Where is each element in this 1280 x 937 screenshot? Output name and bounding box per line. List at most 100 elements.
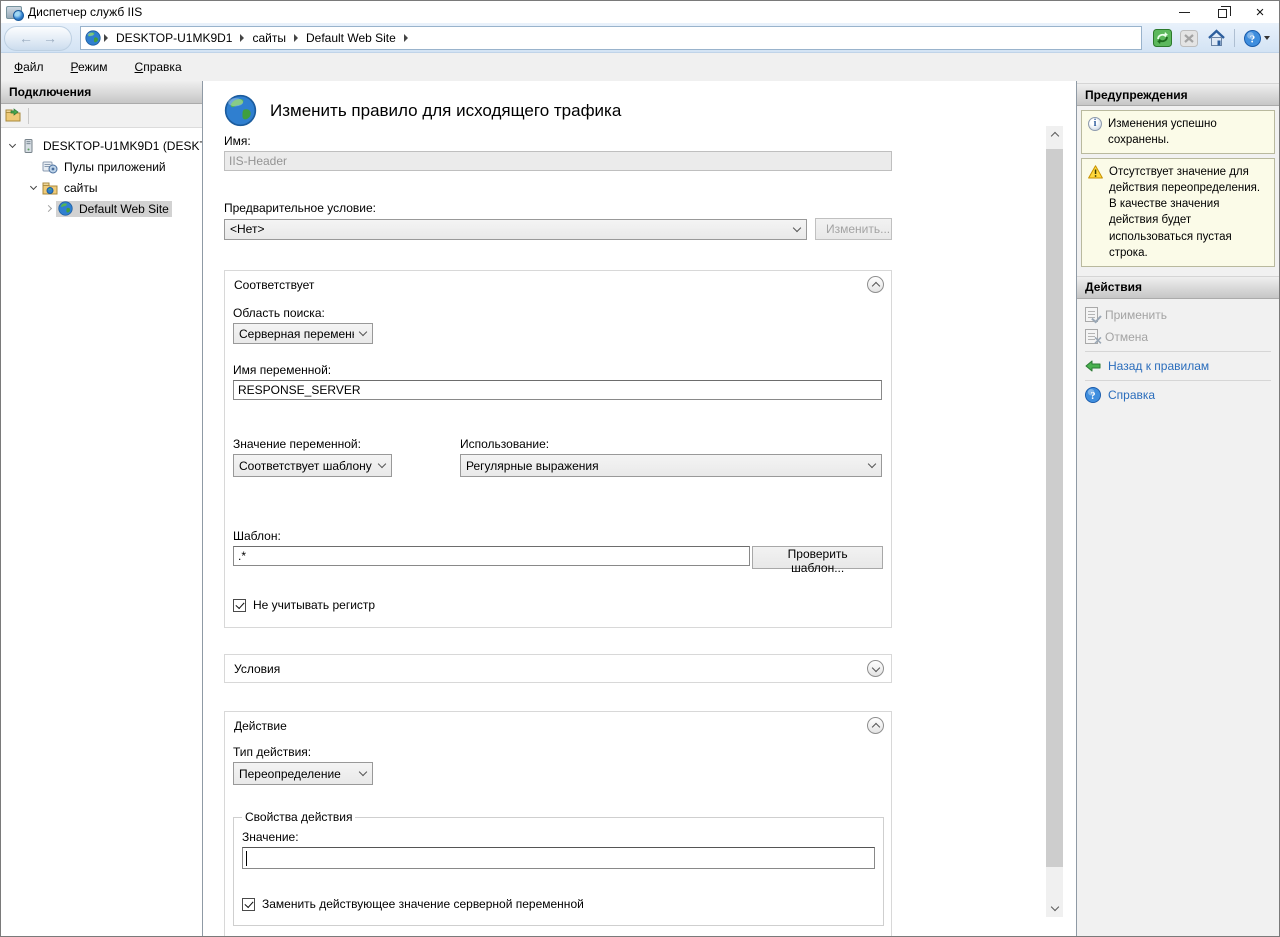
back-to-rules-action[interactable]: Назад к правилам — [1077, 355, 1279, 377]
tree-item-server[interactable]: DESKTOP-U1MK9D1 (DESKTOP — [1, 135, 202, 156]
match-section: Соответствует Область поиска: Серверная … — [224, 270, 892, 628]
breadcrumb-default-web-site[interactable]: Default Web Site — [301, 31, 401, 45]
vertical-scrollbar[interactable] — [1046, 126, 1063, 917]
alert-warning-text: Отсутствует значение для действия переоп… — [1109, 164, 1268, 261]
back-button[interactable]: ← — [19, 31, 33, 45]
chevron-right-icon[interactable] — [45, 205, 52, 212]
app-pools-icon — [42, 160, 58, 174]
address-bar[interactable]: DESKTOP-U1MK9D1 сайты Default Web Site — [80, 26, 1142, 50]
action-section-header[interactable]: Действие — [225, 712, 891, 739]
chevron-up-icon — [1050, 132, 1058, 140]
refresh-button[interactable] — [1150, 28, 1174, 49]
pattern-label: Шаблон: — [233, 529, 883, 543]
breadcrumb-server[interactable]: DESKTOP-U1MK9D1 — [111, 31, 237, 45]
action-section: Действие Тип действия: Переопределение С… — [224, 711, 892, 936]
help-icon: ? — [1085, 387, 1101, 403]
minimize-icon — [1179, 12, 1190, 13]
value-input[interactable] — [242, 847, 875, 869]
tree-item-label: Default Web Site — [76, 201, 172, 217]
breadcrumb-arrow-icon — [104, 34, 108, 42]
workspace: Подключения DESKTOP-U1MK9D1 — [1, 81, 1279, 936]
menu-view[interactable]: Режим — [71, 60, 108, 74]
ignore-case-label: Не учитывать регистр — [253, 598, 375, 612]
minimize-button[interactable] — [1165, 1, 1203, 23]
help-action[interactable]: ? Справка — [1077, 384, 1279, 406]
ignore-case-checkbox[interactable] — [233, 599, 246, 612]
collapse-button[interactable] — [867, 276, 884, 293]
precondition-select[interactable]: <Нет> — [224, 219, 807, 240]
scope-select[interactable]: Серверная переменн — [233, 323, 373, 344]
restore-icon — [1218, 9, 1227, 18]
variable-value-label: Значение переменной: — [233, 437, 460, 451]
match-section-body: Область поиска: Серверная переменн Имя п… — [225, 298, 891, 627]
action-section-title: Действие — [234, 719, 287, 733]
test-pattern-button[interactable]: Проверить шаблон... — [752, 546, 883, 569]
scope-value: Серверная переменн — [239, 327, 354, 341]
connections-header: Подключения — [1, 81, 202, 104]
conditions-section: Условия — [224, 654, 892, 683]
variable-value-value: Соответствует шаблону — [239, 459, 373, 473]
help-dropdown-arrow-icon — [1264, 36, 1270, 40]
alert-info-text: Изменения успешно сохранены. — [1108, 116, 1268, 148]
menu-help[interactable]: Справка — [135, 60, 182, 74]
scroll-down-button[interactable] — [1046, 900, 1063, 917]
scrollbar-thumb[interactable] — [1046, 149, 1063, 867]
app-icon — [6, 6, 22, 19]
conditions-section-header[interactable]: Условия — [225, 655, 891, 682]
menu-bar: Файл Режим Справка — [1, 53, 1279, 81]
back-to-rules-label: Назад к правилам — [1108, 359, 1209, 373]
help-label: Справка — [1108, 388, 1155, 402]
apply-action[interactable]: Применить — [1077, 304, 1279, 326]
action-type-value: Переопределение — [239, 767, 354, 781]
conditions-section-title: Условия — [234, 662, 280, 676]
match-section-header[interactable]: Соответствует — [225, 271, 891, 298]
home-button[interactable] — [1204, 28, 1228, 49]
tree-item-app-pools[interactable]: Пулы приложений — [1, 156, 202, 177]
address-toolbar: ← → DESKTOP-U1MK9D1 сайты Default Web Si… — [1, 23, 1279, 53]
forward-button[interactable]: → — [43, 31, 57, 45]
chevron-down-icon — [359, 768, 367, 776]
refresh-icon — [1153, 29, 1172, 47]
close-button[interactable]: × — [1241, 1, 1279, 23]
using-select[interactable]: Регулярные выражения — [460, 454, 882, 477]
alerts-header: Предупреждения — [1077, 83, 1279, 106]
chevron-down-icon[interactable] — [9, 141, 16, 148]
help-button[interactable]: ? — [1241, 28, 1273, 49]
breadcrumb-sites[interactable]: сайты — [247, 31, 291, 45]
connections-toolbar — [1, 104, 202, 128]
breadcrumb-arrow-icon — [240, 34, 244, 42]
chevron-up-icon — [871, 723, 879, 731]
chevron-down-icon — [871, 663, 879, 671]
save-connections-icon[interactable] — [5, 108, 22, 123]
restore-button[interactable] — [1203, 1, 1241, 23]
chevron-down-icon[interactable] — [30, 183, 37, 190]
tree-item-sites[interactable]: сайты — [1, 177, 202, 198]
selected-tree-item: Default Web Site — [56, 201, 172, 217]
page-title: Изменить правило для исходящего трафика — [270, 101, 621, 121]
precondition-value: <Нет> — [230, 222, 788, 236]
tree-item-default-web-site[interactable]: Default Web Site — [1, 198, 202, 219]
connections-pane: Подключения DESKTOP-U1MK9D1 — [1, 81, 203, 936]
cancel-action[interactable]: Отмена — [1077, 326, 1279, 348]
scroll-up-button[interactable] — [1046, 126, 1063, 143]
collapse-button[interactable] — [867, 717, 884, 734]
breadcrumb-arrow-icon — [404, 34, 408, 42]
help-icon: ? — [1244, 30, 1261, 47]
match-section-title: Соответствует — [234, 278, 314, 292]
variable-value-select[interactable]: Соответствует шаблону — [233, 454, 392, 477]
stop-button[interactable] — [1177, 28, 1201, 49]
replace-value-checkbox[interactable] — [242, 898, 255, 911]
action-type-select[interactable]: Переопределение — [233, 762, 373, 785]
warning-icon — [1088, 165, 1103, 179]
variable-name-input[interactable] — [233, 380, 882, 400]
close-icon: × — [1256, 5, 1265, 20]
window-title: Диспетчер служб IIS — [28, 5, 142, 19]
expand-button[interactable] — [867, 660, 884, 677]
menu-file[interactable]: Файл — [14, 60, 44, 74]
pattern-input[interactable] — [233, 546, 750, 566]
edit-precondition-button[interactable]: Изменить... — [815, 218, 892, 240]
info-icon: i — [1088, 117, 1102, 131]
replace-value-label: Заменить действующее значение серверной … — [262, 897, 584, 911]
actions-separator — [1085, 351, 1271, 352]
connections-tree: DESKTOP-U1MK9D1 (DESKTOP Пулы приложений — [1, 128, 202, 936]
